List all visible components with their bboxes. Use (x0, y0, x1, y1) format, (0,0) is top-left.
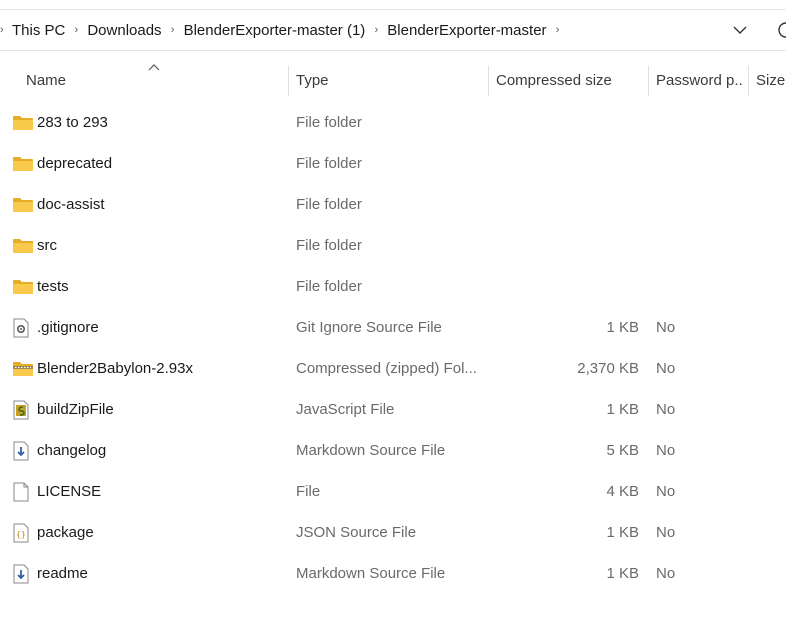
breadcrumb-chevron-icon[interactable]: › (0, 24, 12, 36)
file-row[interactable]: LICENSE File 4 KB No (0, 471, 786, 512)
file-password-protected: No (656, 483, 676, 500)
folder-icon (13, 102, 33, 143)
file-password-protected: No (656, 442, 676, 459)
file-name: tests (37, 278, 69, 295)
address-history-chevron-down-icon[interactable] (728, 20, 752, 40)
file-row[interactable]: src File folder (0, 225, 786, 266)
breadcrumb-chevron-icon[interactable]: › (65, 24, 87, 36)
file-password-protected: No (656, 360, 676, 377)
column-header-password-protected[interactable]: Password p... (656, 60, 744, 100)
file-type: File folder (296, 155, 362, 172)
file-type: File folder (296, 114, 362, 131)
column-header-type[interactable]: Type (296, 60, 482, 100)
file-name: LICENSE (37, 483, 102, 500)
gear-file-icon (13, 307, 33, 348)
column-divider[interactable] (748, 66, 749, 96)
file-name: Blender2Babylon-2.93x (37, 360, 193, 377)
file-password-protected: No (656, 319, 676, 336)
file-name: doc-assist (37, 196, 105, 213)
file-compressed-size: 4 KB (606, 483, 639, 500)
file-type: File (296, 483, 321, 500)
column-divider[interactable] (288, 66, 289, 96)
file-list: 283 to 293 File folder deprecated File f… (0, 102, 786, 594)
file-type: Markdown Source File (296, 565, 446, 582)
svg-text:{}: {} (16, 530, 26, 539)
zip-folder-icon (13, 348, 33, 389)
file-type: Markdown Source File (296, 442, 446, 459)
column-header-size[interactable]: Size (756, 60, 786, 100)
breadcrumb-chevron-icon[interactable]: › (162, 24, 184, 36)
file-compressed-size (500, 102, 639, 143)
markdown-file-icon (13, 430, 33, 471)
file-password-protected: No (656, 524, 676, 541)
file-compressed-size: 1 KB (606, 401, 639, 418)
file-type: File folder (296, 278, 362, 295)
file-type: JavaScript File (296, 401, 395, 418)
file-type: Git Ignore Source File (296, 319, 442, 336)
file-compressed-size (500, 143, 639, 184)
breadcrumb-item-parent-folder[interactable]: BlenderExporter-master (1) (184, 22, 366, 39)
file-compressed-size (500, 225, 639, 266)
file-compressed-size: 1 KB (606, 319, 639, 336)
breadcrumb-item-this-pc[interactable]: This PC (12, 22, 65, 39)
file-type: File folder (296, 196, 362, 213)
folder-icon (13, 184, 33, 225)
javascript-file-icon (13, 389, 33, 430)
file-name: changelog (37, 442, 107, 459)
column-divider[interactable] (648, 66, 649, 96)
file-password-protected: No (656, 565, 676, 582)
folder-icon (13, 266, 33, 307)
file-compressed-size: 5 KB (606, 442, 639, 459)
refresh-icon[interactable] (772, 20, 786, 40)
file-type: Compressed (zipped) Fol... (296, 360, 476, 377)
file-row[interactable]: doc-assist File folder (0, 184, 786, 225)
file-row[interactable]: tests File folder (0, 266, 786, 307)
file-compressed-size (500, 266, 639, 307)
file-name: readme (37, 565, 88, 582)
file-type: JSON Source File (296, 524, 417, 541)
file-row[interactable]: 283 to 293 File folder (0, 102, 786, 143)
breadcrumb-item-downloads[interactable]: Downloads (87, 22, 161, 39)
file-name: deprecated (37, 155, 113, 172)
markdown-file-icon (13, 553, 33, 594)
address-bar[interactable]: › This PC › Downloads › BlenderExporter-… (0, 9, 786, 51)
file-type: File folder (296, 237, 362, 254)
json-file-icon: {} (13, 512, 33, 553)
file-compressed-size: 1 KB (606, 565, 639, 582)
column-header-compressed-size[interactable]: Compressed size (496, 60, 644, 100)
folder-icon (13, 143, 33, 184)
file-row[interactable]: deprecated File folder (0, 143, 786, 184)
file-compressed-size (500, 184, 639, 225)
folder-icon (13, 225, 33, 266)
file-row[interactable]: changelog Markdown Source File 5 KB No (0, 430, 786, 471)
file-row[interactable]: readme Markdown Source File 1 KB No (0, 553, 786, 594)
file-name: buildZipFile (37, 401, 114, 418)
file-compressed-size: 2,370 KB (577, 360, 639, 377)
file-name: 283 to 293 (37, 114, 108, 131)
breadcrumb: › This PC › Downloads › BlenderExporter-… (0, 10, 569, 50)
file-compressed-size: 1 KB (606, 524, 639, 541)
breadcrumb-item-current-folder[interactable]: BlenderExporter-master (387, 22, 546, 39)
file-row[interactable]: Blender2Babylon-2.93x Compressed (zipped… (0, 348, 786, 389)
column-header-name[interactable]: Name (26, 60, 286, 100)
column-divider[interactable] (488, 66, 489, 96)
file-name: package (37, 524, 94, 541)
file-row[interactable]: buildZipFile JavaScript File 1 KB No (0, 389, 786, 430)
file-row[interactable]: {} package JSON Source File 1 KB No (0, 512, 786, 553)
file-password-protected: No (656, 401, 676, 418)
column-header-row: Name Type Compressed size Password p... … (0, 60, 786, 100)
file-name: .gitignore (37, 319, 99, 336)
file-row[interactable]: .gitignore Git Ignore Source File 1 KB N… (0, 307, 786, 348)
file-name: src (37, 237, 57, 254)
blank-file-icon (13, 471, 33, 512)
breadcrumb-chevron-icon[interactable]: › (547, 24, 569, 36)
breadcrumb-chevron-icon[interactable]: › (365, 24, 387, 36)
